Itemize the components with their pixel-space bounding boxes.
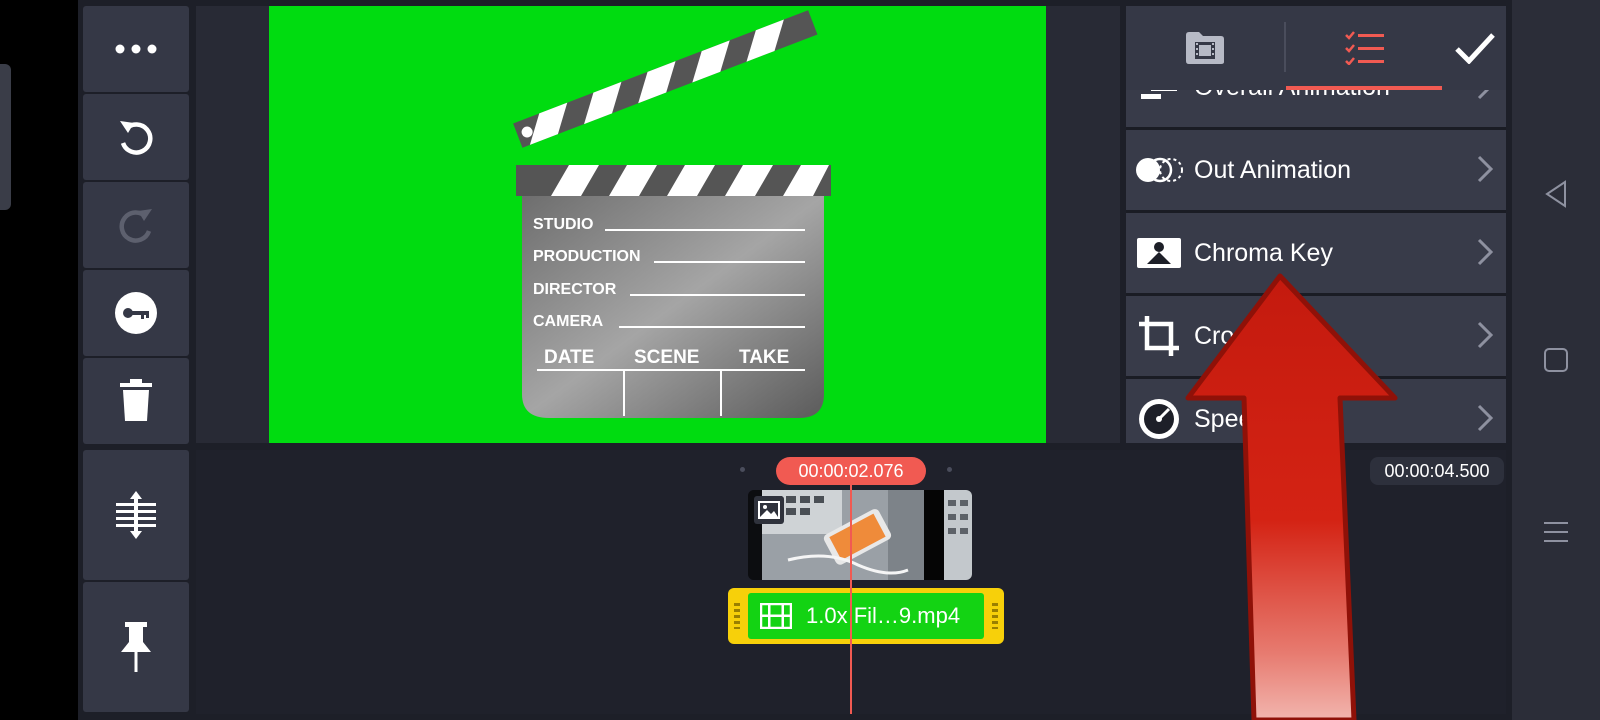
pin-icon	[121, 622, 151, 672]
speed-label: Speed	[1194, 404, 1267, 433]
clapper-column-label: TAKE	[739, 347, 790, 368]
chevron-right-icon	[1477, 238, 1494, 266]
system-navigation-bar	[1512, 0, 1600, 720]
clapper-row-label: DIRECTOR	[533, 281, 617, 298]
home-icon	[1544, 348, 1568, 372]
recents-button[interactable]	[1532, 508, 1580, 556]
panel-tabs	[1126, 6, 1506, 90]
expand-layers-icon	[116, 491, 156, 539]
clapper-row-label: STUDIO	[533, 216, 594, 233]
expand-layers-button[interactable]	[83, 450, 189, 580]
crop-item[interactable]: Crop	[1126, 296, 1506, 376]
redo-icon	[119, 209, 152, 243]
image-clip[interactable]	[748, 490, 972, 580]
chevron-right-icon	[1477, 404, 1494, 432]
clip-trim-handle-right[interactable]	[992, 603, 998, 629]
crop-label: Crop	[1194, 321, 1249, 350]
total-duration: 00:00:04.500	[1370, 457, 1504, 485]
clapperboard-image	[513, 10, 831, 418]
key-icon	[115, 292, 157, 334]
chevron-right-icon	[1477, 321, 1494, 349]
speed-item[interactable]: Speed	[1126, 379, 1506, 443]
tab-media[interactable]	[1126, 6, 1284, 90]
chroma-key-label: Chroma Key	[1194, 238, 1333, 267]
playhead[interactable]	[850, 480, 852, 714]
chroma-key-icon	[1134, 228, 1184, 278]
speed-icon	[1134, 394, 1184, 443]
screen-edge-handle	[0, 64, 11, 210]
undo-button[interactable]	[83, 94, 189, 180]
clapper-row-label: CAMERA	[533, 313, 604, 330]
clip-trim-handle-left[interactable]	[734, 603, 740, 629]
video-preview[interactable]: STUDIO PRODUCTION DIRECTOR CAMERA DATE S…	[269, 6, 1046, 443]
checkmark-icon	[1455, 33, 1495, 64]
tab-options[interactable]	[1286, 6, 1444, 90]
timeline-dot	[740, 467, 745, 472]
clapper-column-label: DATE	[544, 347, 595, 368]
active-tab-indicator	[1286, 86, 1442, 90]
out-animation-icon	[1134, 145, 1184, 195]
clapper-column-label: SCENE	[634, 347, 700, 368]
clapper-row-label: PRODUCTION	[533, 248, 641, 265]
media-folder-icon	[1186, 32, 1224, 64]
chevron-right-icon	[1477, 155, 1494, 183]
out-animation-item[interactable]: Out Animation	[1126, 130, 1506, 210]
clip-body: 1.0x Fil…9.mp4	[748, 593, 984, 639]
recents-icon	[1544, 522, 1568, 542]
current-time: 00:00:02.076	[776, 457, 926, 485]
image-icon	[754, 496, 784, 524]
back-icon	[1545, 180, 1566, 208]
redo-button[interactable]	[83, 182, 189, 268]
film-icon	[760, 603, 792, 629]
confirm-button[interactable]	[1444, 6, 1506, 90]
crop-icon	[1134, 311, 1184, 361]
clip-label: 1.0x Fil…9.mp4	[806, 603, 961, 628]
trash-icon	[120, 379, 152, 421]
out-animation-label: Out Animation	[1194, 155, 1352, 184]
keyframe-button[interactable]	[83, 270, 189, 356]
checklist-icon	[1345, 31, 1384, 65]
home-button[interactable]	[1532, 336, 1580, 384]
more-button[interactable]	[83, 6, 189, 92]
timeline-dot	[947, 467, 952, 472]
undo-icon	[120, 121, 153, 155]
back-button[interactable]	[1532, 170, 1580, 218]
pin-button[interactable]	[83, 582, 189, 712]
chroma-key-item[interactable]: Chroma Key	[1126, 213, 1506, 293]
delete-button[interactable]	[83, 358, 189, 444]
video-clip[interactable]: 1.0x Fil…9.mp4	[728, 588, 1004, 644]
more-horizontal-icon	[115, 44, 157, 54]
